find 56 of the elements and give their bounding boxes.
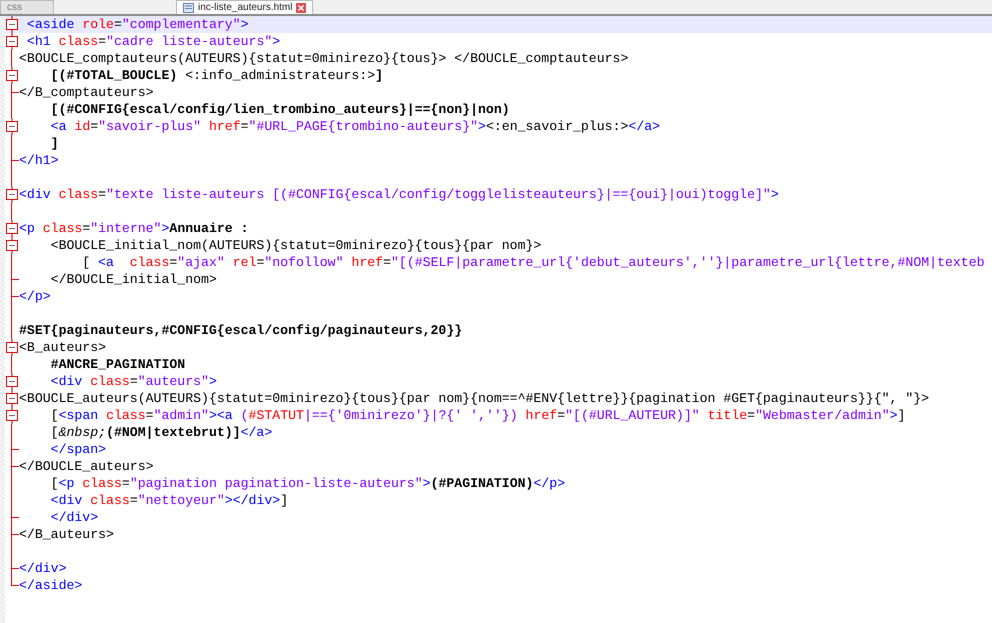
code-line: <div class="auteurs"> xyxy=(50,373,217,390)
collapse-icon[interactable] xyxy=(6,407,18,424)
code-line: </h1> xyxy=(19,152,59,169)
code-line: <BOUCLE_initial_nom(AUTEURS){statut=0minirezo}{tous}{par nom}> xyxy=(50,237,542,254)
code-line: </B_auteurs> xyxy=(19,526,114,543)
code-line: [(#CONFIG{escal/config/lien_trombino_auteurs}|=={non}|non) xyxy=(50,101,510,118)
code-line: <a id="savoir-plus" href="#URL_PAGE{trombino-auteurs}"><:en_savoir_plus:></a> xyxy=(50,118,660,135)
code-line: <h1 class="cadre liste-auteurs"> xyxy=(26,33,280,50)
document-icon xyxy=(183,2,194,12)
code-line: </div> xyxy=(50,509,98,526)
fold-line xyxy=(11,50,12,67)
code-line: [<p class="pagination pagination-liste-auteurs">(#PAGINATION)</p> xyxy=(50,475,566,492)
code-line: </span> xyxy=(50,441,106,458)
collapse-icon[interactable] xyxy=(6,373,18,390)
code-line: </B_comptauteurs> xyxy=(19,84,154,101)
fold-line xyxy=(11,543,12,560)
code-line: <BOUCLE_comptauteurs(AUTEURS){statut=0minirezo}{tous}> </BOUCLE_comptauteurs> xyxy=(19,50,628,67)
collapse-icon[interactable] xyxy=(6,237,18,254)
fold-line xyxy=(11,424,12,441)
code-line: <B_auteurs> xyxy=(19,339,106,356)
code-line: </BOUCLE_auteurs> xyxy=(19,458,154,475)
fold-end-line xyxy=(11,152,19,169)
code-line: </p> xyxy=(19,288,51,305)
fold-line xyxy=(11,135,12,152)
collapse-icon[interactable] xyxy=(6,33,18,50)
code-line: </div> xyxy=(19,560,66,577)
file-tab[interactable]: css xyxy=(0,0,54,14)
code-line: [(#TOTAL_BOUCLE) <:info_administrateurs:>] xyxy=(50,67,384,84)
code-line: #ANCRE_PAGINATION xyxy=(50,356,186,373)
code-line: [&nbsp;(#NOM|textebrut)]</a> xyxy=(50,424,272,441)
fold-line xyxy=(11,203,12,220)
fold-line xyxy=(11,169,12,186)
collapse-icon[interactable] xyxy=(6,16,18,33)
collapse-icon[interactable] xyxy=(6,220,18,237)
fold-line xyxy=(11,356,12,373)
code-line: </BOUCLE_initial_nom> xyxy=(50,271,217,288)
code-line: [<span class="admin"><a (#STATUT|=={'0minirezo'}|?{' ',''}) href="[(#URL_AUTEUR)]" title="Webmaster/admin">] xyxy=(50,407,906,424)
fold-end-line xyxy=(11,84,19,101)
collapse-icon[interactable] xyxy=(6,186,18,203)
code-line: <BOUCLE_auteurs(AUTEURS){statut=0minirezo}{tous}{par nom}{nom==^#ENV{lettre}}{pagination #GET{paginauteurs}}{", "}> xyxy=(19,390,930,407)
code-line: <div class="texte liste-auteurs [(#CONFIG{escal/config/togglelisteauteurs}|=={oui}|oui)toggle]"> xyxy=(19,186,779,203)
code-line: #SET{paginauteurs,#CONFIG{escal/config/paginauteurs,20}} xyxy=(19,322,462,339)
code-line: <p class="interne">Annuaire : xyxy=(19,220,249,237)
collapse-icon[interactable] xyxy=(6,339,18,356)
collapse-icon[interactable] xyxy=(6,67,18,84)
close-icon[interactable] xyxy=(296,2,306,12)
fold-line xyxy=(11,101,12,118)
code-line: ] xyxy=(50,135,59,152)
collapse-icon[interactable] xyxy=(6,118,18,135)
code-line: <aside role="complementary"> xyxy=(26,16,249,33)
fold-line xyxy=(11,254,12,271)
collapse-icon[interactable] xyxy=(6,390,18,407)
code-line: </aside> xyxy=(19,577,82,594)
file-tab[interactable]: inc-liste_auteurs.html xyxy=(176,0,314,14)
code-line: [ <a class="ajax" rel="nofollow" href="[(#SELF|parametre_url{'debut_auteurs',''}|parametre_url{lettre,#NOM|texteb xyxy=(81,254,985,271)
code-line: <div class="nettoyeur"></div>] xyxy=(50,492,288,509)
